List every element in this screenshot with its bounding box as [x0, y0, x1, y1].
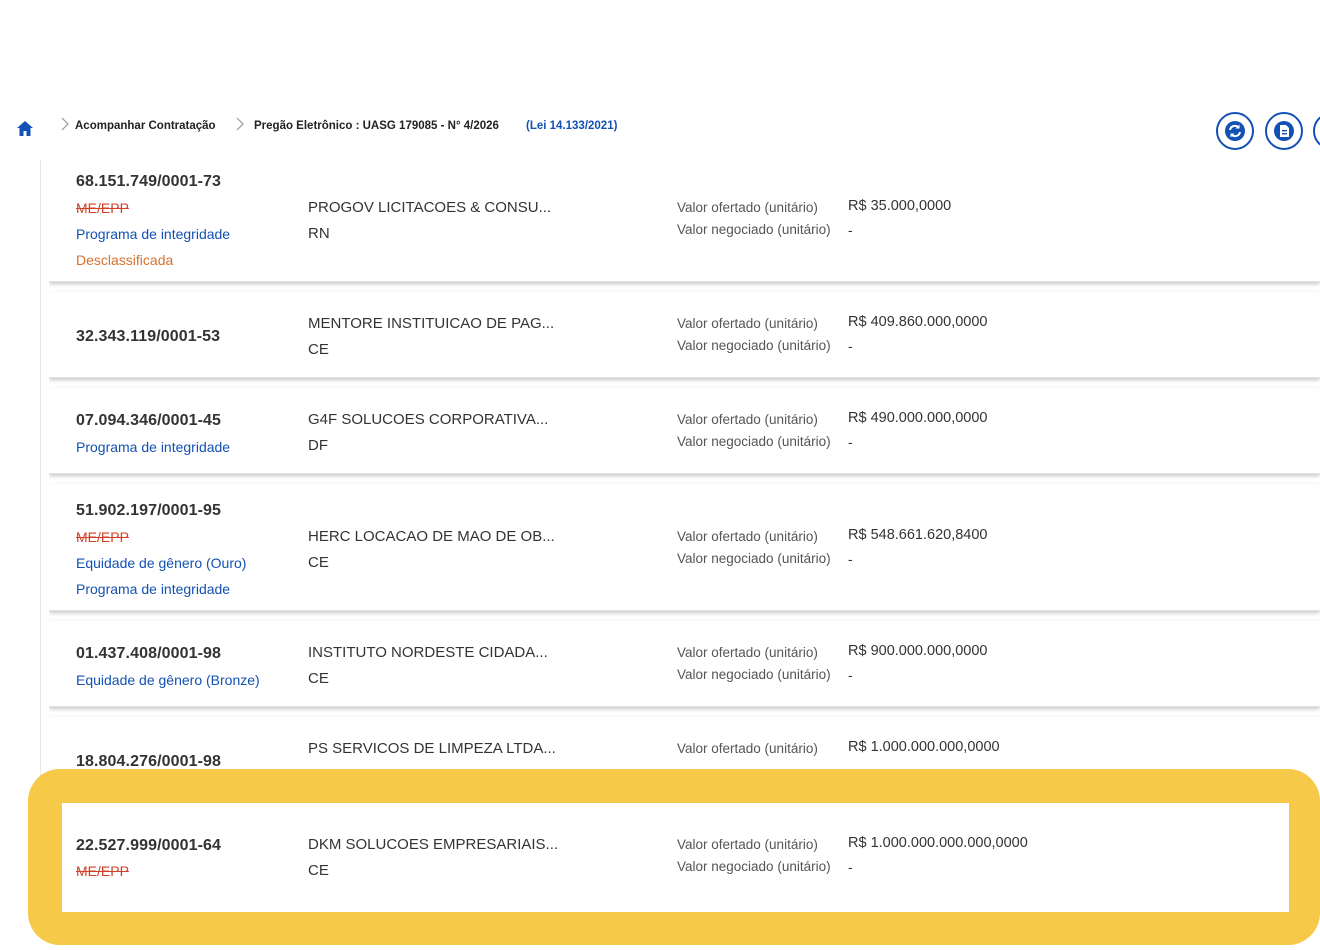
- bid-row[interactable]: 51.902.197/0001-95 ME/EPP Equidade de gê…: [49, 484, 1320, 611]
- valor-negociado-value: -: [848, 551, 853, 567]
- bid-row[interactable]: 32.343.119/0001-53 MENTORE INSTITUICAO D…: [49, 292, 1320, 378]
- chevron-right-icon: [61, 117, 69, 131]
- valor-negociado-value: -: [848, 859, 853, 875]
- bid-cnpj: 51.902.197/0001-95: [76, 502, 222, 519]
- valor-ofertado-value: R$ 409.860.000,0000: [848, 314, 988, 330]
- valor-ofertado-label: Valor ofertado (unitário): [677, 837, 818, 852]
- valor-negociado-value: -: [848, 222, 853, 238]
- valor-ofertado-value: R$ 1.000.000.000.000,0000: [848, 835, 1028, 851]
- bid-cnpj: 22.527.999/0001-64: [76, 837, 222, 854]
- bid-company: INSTITUTO NORDESTE CIDADA...: [308, 644, 548, 661]
- valor-negociado-value: -: [848, 434, 853, 450]
- bid-company: MENTORE INSTITUICAO DE PAG...: [308, 315, 555, 332]
- bid-uf: CE: [308, 670, 329, 687]
- valor-ofertado-label: Valor ofertado (unitário): [677, 316, 818, 331]
- bid-row-highlighted[interactable]: 22.527.999/0001-64 ME/EPP DKM SOLUCOES E…: [62, 803, 1289, 912]
- valor-ofertado-label: Valor ofertado (unitário): [677, 200, 818, 215]
- bid-company: PROGOV LICITACOES & CONSU...: [308, 199, 552, 216]
- bid-row[interactable]: 01.437.408/0001-98 Equidade de gênero (B…: [49, 621, 1320, 707]
- refresh-button[interactable]: [1216, 112, 1254, 150]
- breadcrumb: Acompanhar Contratação Pregão Eletrônico…: [0, 112, 1320, 144]
- valor-ofertado-value: R$ 490.000.000,0000: [848, 410, 988, 426]
- tag-me-epp: ME/EPP: [76, 529, 129, 545]
- tag-programa-integridade[interactable]: Programa de integridade: [76, 439, 230, 455]
- refresh-icon: [1225, 121, 1245, 141]
- bid-uf: CE: [308, 862, 329, 879]
- bid-uf: DF: [308, 437, 328, 454]
- bid-company: DKM SOLUCOES EMPRESARIAIS...: [308, 836, 559, 853]
- tag-programa-integridade[interactable]: Programa de integridade: [76, 581, 230, 597]
- valor-ofertado-label: Valor ofertado (unitário): [677, 741, 818, 756]
- valor-negociado-label: Valor negociado (unitário): [677, 551, 831, 566]
- bid-cnpj: 68.151.749/0001-73: [76, 173, 222, 190]
- valor-negociado-label: Valor negociado (unitário): [677, 667, 831, 682]
- document-button[interactable]: [1265, 112, 1303, 150]
- tag-programa-integridade[interactable]: Programa de integridade: [76, 226, 230, 242]
- bid-company: G4F SOLUCOES CORPORATIVA...: [308, 411, 549, 428]
- bid-cnpj: 32.343.119/0001-53: [76, 328, 221, 345]
- valor-ofertado-value: R$ 35.000,0000: [848, 198, 952, 214]
- valor-ofertado-label: Valor ofertado (unitário): [677, 529, 818, 544]
- valor-ofertado-value: R$ 1.000.000.000,0000: [848, 739, 1000, 755]
- tag-equidade-genero[interactable]: Equidade de gênero (Ouro): [76, 555, 246, 571]
- bid-uf: CE: [308, 341, 329, 358]
- bid-company: HERC LOCACAO DE MAO DE OB...: [308, 528, 555, 545]
- breadcrumb-item-acompanhar[interactable]: Acompanhar Contratação: [75, 120, 216, 132]
- status-badge: Desclassificada: [76, 252, 174, 268]
- list-divider: [40, 160, 41, 780]
- bid-company: PS SERVICOS DE LIMPEZA LTDA...: [308, 740, 556, 757]
- valor-negociado-label: Valor negociado (unitário): [677, 222, 831, 237]
- valor-negociado-label: Valor negociado (unitário): [677, 434, 831, 449]
- valor-negociado-value: -: [848, 338, 853, 354]
- tag-equidade-genero[interactable]: Equidade de gênero (Bronze): [76, 672, 260, 688]
- valor-ofertado-value: R$ 900.000.000,0000: [848, 643, 988, 659]
- home-icon[interactable]: [17, 121, 33, 136]
- valor-negociado-value: -: [848, 667, 853, 683]
- bid-cnpj: 07.094.346/0001-45: [76, 412, 222, 429]
- valor-negociado-label: Valor negociado (unitário): [677, 859, 831, 874]
- document-icon: [1274, 121, 1294, 141]
- chevron-right-icon: [236, 117, 244, 131]
- tag-me-epp: ME/EPP: [76, 863, 129, 879]
- bid-uf: RN: [308, 225, 330, 242]
- breadcrumb-item-pregao: Pregão Eletrônico : UASG 179085 - N° 4/2…: [254, 120, 499, 132]
- valor-ofertado-label: Valor ofertado (unitário): [677, 645, 818, 660]
- bid-uf: CE: [308, 554, 329, 571]
- bid-row[interactable]: 68.151.749/0001-73 ME/EPP Programa de in…: [49, 160, 1320, 282]
- tag-me-epp: ME/EPP: [76, 200, 129, 216]
- bid-row[interactable]: 07.094.346/0001-45 Programa de integrida…: [49, 388, 1320, 474]
- lei-link[interactable]: (Lei 14.133/2021): [526, 120, 617, 132]
- valor-ofertado-value: R$ 548.661.620,8400: [848, 527, 988, 543]
- valor-ofertado-label: Valor ofertado (unitário): [677, 412, 818, 427]
- valor-negociado-label: Valor negociado (unitário): [677, 338, 831, 353]
- bid-cnpj: 01.437.408/0001-98: [76, 645, 222, 662]
